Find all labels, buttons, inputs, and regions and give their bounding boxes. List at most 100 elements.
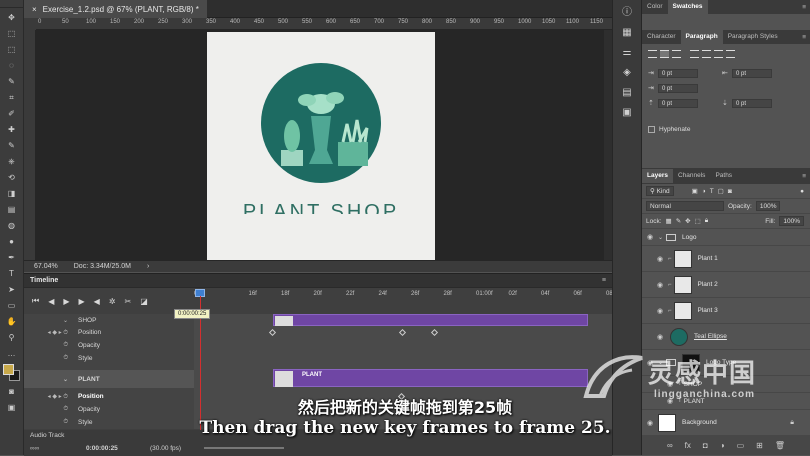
visibility-eye-icon[interactable]: ◉ (652, 307, 668, 315)
align-center-icon[interactable] (660, 50, 669, 58)
close-tab-icon[interactable]: × (32, 5, 37, 14)
keyframe[interactable] (268, 328, 277, 337)
marquee-tool-icon[interactable]: ⬚ (4, 43, 20, 56)
mask-icon[interactable]: ◘ (703, 441, 708, 450)
layer-comps-icon[interactable]: ▤ (620, 86, 634, 100)
type-tool-icon[interactable]: T (4, 267, 20, 280)
indent-left-field[interactable]: 0 pt (658, 69, 698, 78)
panel-menu-icon[interactable]: ≡ (602, 277, 606, 284)
filter-kind-dropdown[interactable]: ⚲ Kind (646, 186, 674, 196)
next-frame-icon[interactable]: ▶ (79, 297, 85, 306)
filter-adjust-icon[interactable]: ◑ (702, 188, 706, 195)
indent-right-field[interactable]: 0 pt (732, 69, 772, 78)
keyframe[interactable] (430, 328, 439, 337)
clip-bar-shop[interactable] (273, 314, 588, 326)
filter-pixel-icon[interactable]: ▣ (692, 187, 698, 195)
justify-left-icon[interactable] (690, 50, 699, 58)
transition-icon[interactable]: ◪ (140, 297, 148, 306)
fill-input[interactable]: 100% (779, 216, 804, 226)
tab-channels[interactable]: Channels (673, 169, 710, 183)
panel-menu-icon[interactable]: ≡ (802, 4, 806, 11)
status-arrow-icon[interactable]: › (147, 263, 149, 270)
filter-type-icon[interactable]: T (710, 188, 714, 195)
expand-chevron-icon[interactable]: ⌄ (24, 376, 74, 383)
library-icon[interactable]: ▦ (620, 26, 634, 40)
tab-color[interactable]: Color (642, 0, 668, 14)
track-prop-opacity[interactable]: ⏱ Opacity (24, 339, 194, 352)
hand-tool-icon[interactable]: ✋ (4, 315, 20, 328)
hyphenate-checkbox[interactable] (648, 126, 655, 133)
layer-row[interactable]: ◉ ⌐ Plant 1 (642, 246, 810, 272)
brush-tool-icon[interactable]: ✎ (4, 139, 20, 152)
prev-frame-icon[interactable]: ◀ (48, 297, 54, 306)
justify-center-icon[interactable] (702, 50, 711, 58)
new-layer-icon[interactable]: ⊞ (756, 441, 763, 450)
fx-icon[interactable]: fx (685, 441, 691, 450)
eraser-tool-icon[interactable]: ◨ (4, 187, 20, 200)
move-tool-icon[interactable]: ✥ (4, 11, 20, 24)
zoom-level[interactable]: 67.04% (34, 263, 58, 270)
frame-options-icon[interactable]: ∞∞ (30, 445, 39, 452)
justify-right-icon[interactable] (714, 50, 723, 58)
timeline-ruler[interactable]: 0f16f18f20f22f24f26f28f01:00f02f04f06f08… (194, 289, 614, 301)
frame-rate[interactable]: (30.00 fps) (150, 445, 181, 452)
visibility-eye-icon[interactable]: ◉ (652, 333, 668, 341)
adjustment-icon[interactable]: ◑ (720, 441, 725, 450)
visibility-eye-icon[interactable]: ◉ (642, 233, 658, 241)
layer-row[interactable]: ◉ ⌐ Plant 2 (642, 272, 810, 298)
lock-artboard-icon[interactable]: ⬚ (695, 217, 701, 225)
blur-tool-icon[interactable]: ◍ (4, 219, 20, 232)
toolbar-grip[interactable] (0, 0, 23, 8)
tab-paths[interactable]: Paths (710, 169, 737, 183)
lock-paint-icon[interactable]: ✎ (676, 217, 681, 225)
hyphenate-option[interactable]: Hyphenate (648, 126, 690, 133)
space-after-field[interactable]: 0 pt (732, 99, 772, 108)
panel-menu-icon[interactable]: ≡ (802, 34, 806, 41)
settings-gear-icon[interactable]: ✲ (109, 297, 116, 306)
shape-tool-icon[interactable]: ▭ (4, 299, 20, 312)
visibility-eye-icon[interactable]: ◉ (652, 255, 668, 263)
link-layers-icon[interactable]: ∞ (667, 441, 673, 450)
audio-icon[interactable]: ◀ (94, 297, 100, 306)
quick-select-tool-icon[interactable]: ✎ (4, 75, 20, 88)
track-prop-position[interactable]: ◂ ◆ ▸ ⏱ Position (24, 326, 194, 339)
artboard[interactable]: PLANT SHOP (207, 32, 435, 260)
stopwatch-icon[interactable]: ⏱ (24, 342, 74, 349)
expand-chevron-icon[interactable]: ⌄ (24, 317, 74, 324)
align-left-icon[interactable] (648, 50, 657, 58)
lasso-tool-icon[interactable]: ◌ (4, 59, 20, 72)
clip-bar-plant[interactable]: PLANT (273, 369, 588, 387)
canvas-area[interactable]: PLANT SHOP (36, 30, 604, 260)
split-scissors-icon[interactable]: ✂ (125, 297, 132, 306)
justify-all-icon[interactable] (726, 50, 735, 58)
lock-pixels-icon[interactable]: ▦ (666, 217, 672, 225)
clone-stamp-tool-icon[interactable]: ⎈ (4, 155, 20, 168)
trash-icon[interactable]: 🗑︎ (775, 441, 785, 450)
track-layer-plant[interactable]: ⌄ PLANT (24, 370, 194, 388)
filter-toggle-icon[interactable]: ● (800, 188, 804, 195)
doc-size[interactable]: Doc: 3.34M/25.0M (74, 263, 131, 270)
filter-smart-icon[interactable]: ◙ (728, 188, 732, 195)
layer-row[interactable]: ◉ ⌄ Logo (642, 229, 810, 246)
artboard-tool-icon[interactable]: ⬚ (4, 27, 20, 40)
crop-tool-icon[interactable]: ⌗ (4, 91, 20, 104)
path-select-tool-icon[interactable]: ➤ (4, 283, 20, 296)
keyframe-nav-icon[interactable]: ◂ ◆ ▸ ⏱ (24, 329, 74, 337)
lock-move-icon[interactable]: ✥ (685, 217, 690, 225)
history-brush-tool-icon[interactable]: ⟲ (4, 171, 20, 184)
document-tab[interactable]: × Exercise_1.2.psd @ 67% (PLANT, RGB/8) … (24, 0, 207, 18)
dodge-tool-icon[interactable]: ● (4, 235, 20, 248)
opacity-input[interactable]: 100% (755, 201, 781, 211)
layer-row[interactable]: ◉ Teal Ellipse (642, 324, 810, 350)
zoom-tool-icon[interactable]: ⚲ (4, 331, 20, 344)
3d-icon[interactable]: ◈ (620, 66, 634, 80)
first-line-indent-field[interactable]: 0 pt (658, 84, 698, 93)
new-group-icon[interactable]: ▭ (737, 441, 745, 450)
timecode[interactable]: 0:00:00:25 (86, 445, 118, 452)
properties-icon[interactable]: ▣ (620, 106, 634, 120)
horizontal-ruler[interactable]: 0 50 100 150 200 250 300 350 400 450 500 550 600 650 7… (36, 18, 612, 30)
visibility-eye-icon[interactable]: ◉ (652, 281, 668, 289)
vertical-scrollbar[interactable] (604, 30, 612, 260)
info-icon[interactable]: ⓘ (620, 6, 634, 20)
timeline-zoom-slider[interactable] (204, 447, 284, 449)
